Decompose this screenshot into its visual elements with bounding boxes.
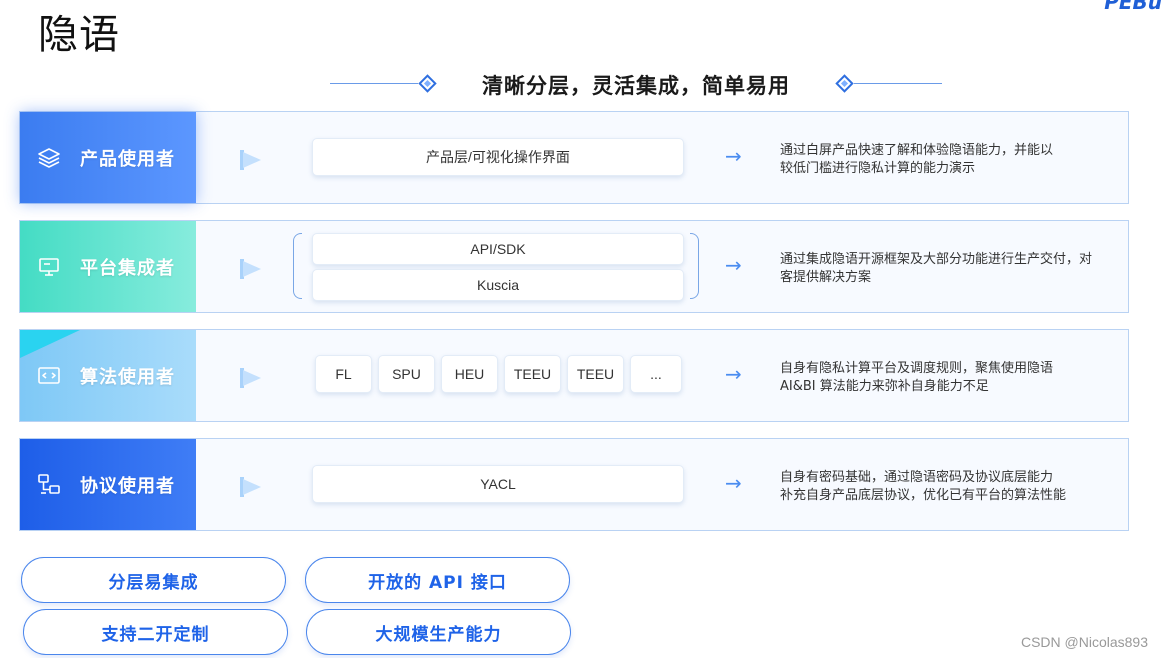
description-line: 客提供解决方案 — [780, 270, 872, 285]
layer-description: 通过集成隐语开源框架及大部分功能进行生产交付，对 客提供解决方案 — [780, 251, 1110, 287]
feature-button-open-api[interactable]: 开放的 API 接口 — [305, 557, 570, 603]
component-pill: HEU — [441, 355, 498, 393]
component-pill: ... — [630, 355, 682, 393]
arrow-right-icon: → — [725, 253, 742, 277]
role-label: 产品使用者 — [80, 148, 175, 170]
watermark: CSDN @Nicolas893 — [1020, 634, 1148, 650]
description-line: 补充自身产品底层协议，优化已有平台的算法性能 — [780, 488, 1067, 503]
flag-icon — [240, 477, 264, 497]
component-pill: 产品层/可视化操作界面 — [312, 138, 684, 176]
bracket-right — [690, 233, 699, 299]
page-title: 隐语 — [38, 12, 120, 58]
feature-button-large-scale-production[interactable]: 大规模生产能力 — [306, 609, 571, 655]
layer-description: 通过白屏产品快速了解和体验隐语能力，并能以 较低门槛进行隐私计算的能力演示 — [780, 142, 1110, 178]
subtitle-row: 清晰分层，灵活集成，简单易用 — [330, 66, 942, 102]
flag-icon — [240, 259, 264, 279]
bracket-left — [293, 233, 302, 299]
role-label: 协议使用者 — [80, 475, 175, 497]
network-icon — [36, 472, 62, 498]
code-window-icon — [36, 363, 62, 389]
description-line: 较低门槛进行隐私计算的能力演示 — [780, 161, 976, 176]
flag-icon — [240, 150, 264, 170]
component-pill: SPU — [378, 355, 435, 393]
feature-button-layered-integration[interactable]: 分层易集成 — [21, 557, 286, 603]
role-label: 算法使用者 — [80, 366, 175, 388]
component-pill: API/SDK — [312, 233, 684, 265]
subtitle-divider-right — [854, 83, 942, 84]
component-pill: YACL — [312, 465, 684, 503]
layer-row-platform-integrator: 平台集成者 API/SDK Kuscia → 通过集成隐语开源框架及大部分功能进… — [19, 220, 1129, 313]
layers-icon — [36, 145, 62, 171]
description-line: 自身有隐私计算平台及调度规则，聚焦使用隐语 — [780, 361, 1054, 376]
component-pill: TEEU — [567, 355, 624, 393]
arrow-right-icon: → — [725, 144, 742, 168]
role-card: 协议使用者 — [20, 439, 196, 530]
description-line: 通过集成隐语开源框架及大部分功能进行生产交付，对 — [780, 252, 1093, 267]
role-card: 算法使用者 — [20, 330, 196, 421]
feature-button-custom-development[interactable]: 支持二开定制 — [23, 609, 288, 655]
layer-row-algorithm-user: 算法使用者 FL SPU HEU TEEU TEEU ... → 自身有隐私计算… — [19, 329, 1129, 422]
layer-row-product-user: 产品使用者 产品层/可视化操作界面 → 通过白屏产品快速了解和体验隐语能力，并能… — [19, 111, 1129, 204]
component-pill: TEEU — [504, 355, 561, 393]
role-card: 平台集成者 — [20, 221, 196, 312]
monitor-icon — [36, 254, 62, 280]
description-line: AI&BI 算法能力来弥补自身能力不足 — [780, 379, 989, 394]
flag-icon — [240, 368, 264, 388]
description-line: 通过白屏产品快速了解和体验隐语能力，并能以 — [780, 143, 1054, 158]
arrow-right-icon: → — [725, 471, 742, 495]
corner-logo: PEBu — [1104, 0, 1162, 14]
layer-description: 自身有密码基础，通过隐语密码及协议底层能力 补充自身产品底层协议，优化已有平台的… — [780, 469, 1110, 505]
component-pill: FL — [315, 355, 372, 393]
role-label: 平台集成者 — [80, 257, 175, 279]
description-line: 自身有密码基础，通过隐语密码及协议底层能力 — [780, 470, 1054, 485]
arrow-right-icon: → — [725, 362, 742, 386]
component-pill: Kuscia — [312, 269, 684, 301]
layer-row-protocol-user: 协议使用者 YACL → 自身有密码基础，通过隐语密码及协议底层能力 补充自身产… — [19, 438, 1129, 531]
layer-description: 自身有隐私计算平台及调度规则，聚焦使用隐语 AI&BI 算法能力来弥补自身能力不… — [780, 360, 1110, 396]
role-card: 产品使用者 — [20, 112, 196, 203]
